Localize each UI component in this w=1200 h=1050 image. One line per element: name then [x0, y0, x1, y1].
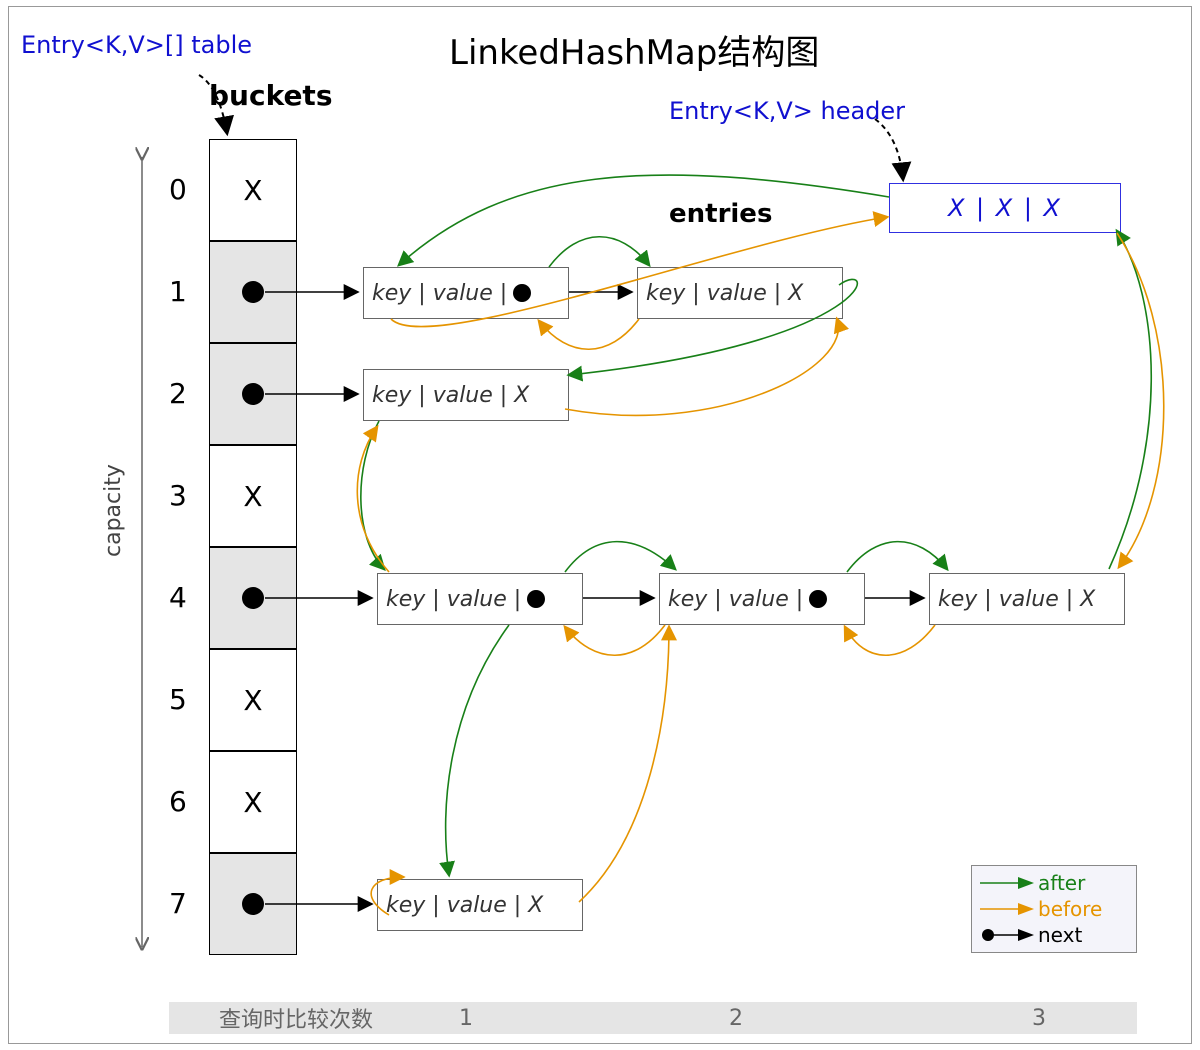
- legend-label: before: [1038, 897, 1102, 921]
- legend-label: after: [1038, 871, 1085, 895]
- entry-text: key | value | X: [646, 281, 803, 306]
- pointer-dot-icon: [242, 893, 264, 915]
- bucket-cell: X: [209, 445, 297, 547]
- bucket-cell: [209, 343, 297, 445]
- header-node-label: Entry<K,V> header: [669, 97, 905, 125]
- entry-node: key | value |: [363, 267, 569, 319]
- pointer-dot-icon: [809, 590, 827, 608]
- empty-mark: X: [243, 174, 262, 207]
- legend-row-next: next: [978, 922, 1130, 948]
- table-array-label: Entry<K,V>[] table: [21, 31, 252, 59]
- empty-mark: X: [243, 684, 262, 717]
- axis-tick: 2: [729, 1006, 743, 1031]
- bucket-cell: X: [209, 751, 297, 853]
- bucket-cell: [209, 853, 297, 955]
- axis-label: 查询时比较次数: [219, 1002, 373, 1034]
- bucket-index: 3: [169, 479, 187, 512]
- legend: after before next: [971, 865, 1137, 953]
- bucket-cell: [209, 241, 297, 343]
- pointer-dot-icon: [242, 281, 264, 303]
- bucket-index: 2: [169, 377, 187, 410]
- empty-mark: X: [243, 786, 262, 819]
- pointer-dot-icon: [513, 284, 531, 302]
- entry-node: key | value |: [659, 573, 865, 625]
- entry-text: key | value | X: [938, 587, 1095, 612]
- entry-text: key | value |: [386, 587, 521, 612]
- legend-label: next: [1038, 923, 1082, 947]
- pointer-dot-icon: [242, 383, 264, 405]
- bucket-cell: X: [209, 139, 297, 241]
- bucket-index: 5: [169, 683, 187, 716]
- bucket-index: 4: [169, 581, 187, 614]
- capacity-label: capacity: [101, 464, 126, 557]
- entry-text: key | value |: [668, 587, 803, 612]
- entry-node: key | value | X: [637, 267, 843, 319]
- bucket-index: 1: [169, 275, 187, 308]
- legend-row-before: before: [978, 896, 1130, 922]
- entries-label: entries: [669, 199, 772, 229]
- bucket-cell: X: [209, 649, 297, 751]
- entry-node: key | value | X: [363, 369, 569, 421]
- pointer-dot-icon: [527, 590, 545, 608]
- bucket-index: 7: [169, 887, 187, 920]
- entry-text: key | value |: [372, 281, 507, 306]
- axis-tick: 1: [459, 1006, 473, 1031]
- pointer-dot-icon: [242, 587, 264, 609]
- empty-mark: X: [243, 480, 262, 513]
- diagram-title: LinkedHashMap结构图: [449, 25, 819, 74]
- header-entry-node: X | X | X: [889, 183, 1121, 233]
- axis-tick: 3: [1032, 1006, 1046, 1031]
- bucket-index: 6: [169, 785, 187, 818]
- entry-text: key | value | X: [386, 893, 543, 918]
- comparison-axis: 查询时比较次数 1 2 3: [169, 1002, 1137, 1034]
- entry-text: key | value | X: [372, 383, 529, 408]
- diagram-frame: Entry<K,V>[] table LinkedHashMap结构图 buck…: [8, 6, 1192, 1044]
- entry-node: key | value | X: [377, 879, 583, 931]
- entry-node: key | value | X: [929, 573, 1125, 625]
- legend-row-after: after: [978, 870, 1130, 896]
- buckets-label: buckets: [209, 79, 332, 112]
- entry-node: key | value |: [377, 573, 583, 625]
- bucket-index: 0: [169, 173, 187, 206]
- bucket-cell: [209, 547, 297, 649]
